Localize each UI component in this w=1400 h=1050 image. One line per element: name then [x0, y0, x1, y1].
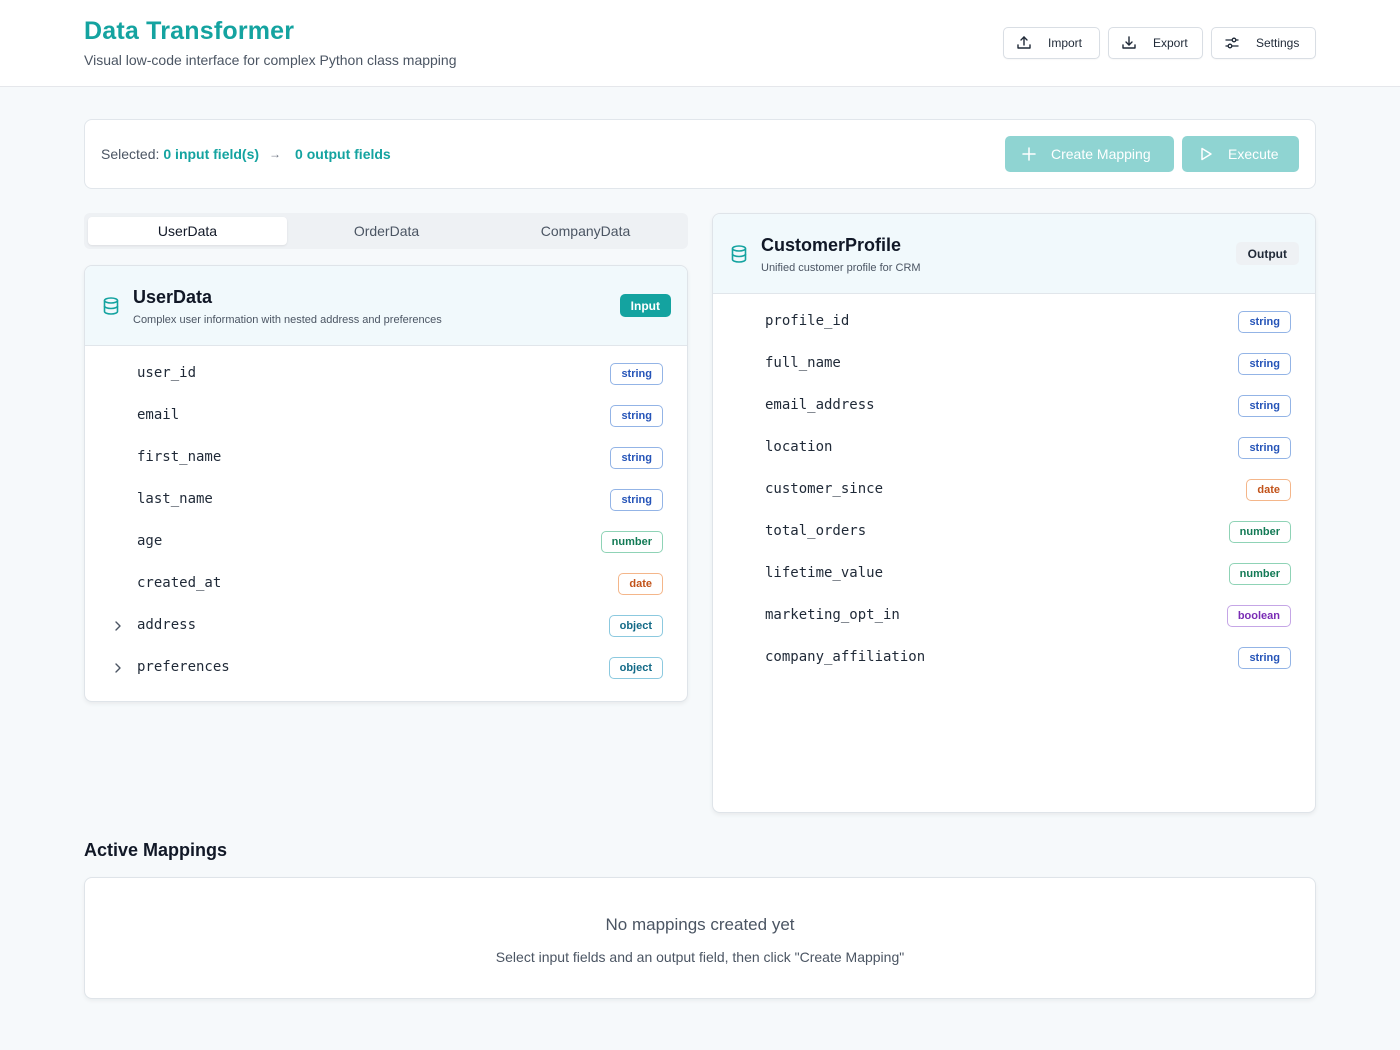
input-card-header: UserData Complex user information with n…	[85, 266, 687, 346]
field-name: email	[137, 407, 180, 423]
selection-summary: Selected: 0 input field(s) → 0 output fi…	[101, 146, 391, 162]
field-row[interactable]: age number	[85, 522, 687, 564]
field-row[interactable]: profile_id string	[713, 302, 1315, 344]
field-type-badge: number	[1228, 521, 1291, 543]
active-mappings-title: Active Mappings	[84, 840, 228, 860]
field-type-badge: string	[1238, 437, 1291, 459]
field-type-badge: number	[600, 531, 663, 553]
field-type-badge: string	[1238, 395, 1291, 417]
field-row[interactable]: lifetime_value number	[713, 554, 1315, 596]
field-name: age	[137, 533, 163, 549]
field-row[interactable]: full_name string	[713, 344, 1315, 386]
field-row[interactable]: location string	[713, 428, 1315, 470]
create-mapping-button[interactable]: Create Mapping	[1005, 136, 1174, 172]
field-name: profile_id	[765, 313, 850, 329]
field-row[interactable]: first_name string	[85, 438, 687, 480]
tab-userdata[interactable]: UserData	[88, 217, 287, 245]
input-card-title: UserData	[133, 287, 213, 307]
field-type-badge: string	[610, 405, 663, 427]
field-type-badge: number	[1228, 563, 1291, 585]
database-icon	[731, 245, 747, 263]
download-icon	[1122, 36, 1136, 49]
field-type-badge: string	[1238, 647, 1291, 669]
field-row[interactable]: last_name string	[85, 480, 687, 522]
tab-companydata[interactable]: CompanyData	[486, 217, 685, 245]
tab-orderdata[interactable]: OrderData	[287, 217, 486, 245]
field-name: full_name	[765, 355, 841, 371]
field-type-badge: object	[608, 615, 663, 637]
input-count: 0 input field(s)	[163, 146, 260, 162]
output-schema-card: CustomerProfile Unified customer profile…	[712, 213, 1316, 813]
input-badge: Input	[619, 294, 671, 317]
app-subtitle: Visual low-code interface for complex Py…	[84, 52, 457, 68]
field-name: first_name	[137, 449, 222, 465]
field-row[interactable]: total_orders number	[713, 512, 1315, 554]
input-schema-card: UserData Complex user information with n…	[84, 265, 688, 702]
database-icon	[103, 297, 119, 315]
app-header: Data Transformer Visual low-code interfa…	[0, 0, 1400, 87]
field-name: user_id	[137, 365, 197, 381]
import-button[interactable]: Import	[1003, 27, 1100, 59]
field-name: company_affiliation	[765, 649, 926, 665]
output-count: 0 output fields	[295, 146, 391, 162]
field-name: marketing_opt_in	[765, 607, 900, 623]
field-type-badge: date	[1246, 479, 1291, 501]
field-type-badge: string	[610, 489, 663, 511]
field-type-badge: string	[1238, 353, 1291, 375]
active-mappings-panel: No mappings created yet Select input fie…	[84, 877, 1316, 999]
field-name: total_orders	[765, 523, 867, 539]
export-label: Export	[1153, 36, 1188, 50]
output-card-title: CustomerProfile	[761, 235, 902, 255]
settings-label: Settings	[1256, 36, 1300, 50]
field-row[interactable]: created_at date	[85, 564, 687, 606]
selection-bar: Selected: 0 input field(s) → 0 output fi…	[84, 119, 1316, 189]
export-button[interactable]: Export	[1108, 27, 1203, 59]
field-row[interactable]: email_address string	[713, 386, 1315, 428]
field-name: lifetime_value	[765, 565, 884, 581]
play-icon	[1201, 147, 1212, 161]
field-type-badge: object	[608, 657, 663, 679]
output-card-subtitle: Unified customer profile for CRM	[761, 262, 921, 274]
field-row[interactable]: marketing_opt_in boolean	[713, 596, 1315, 638]
field-row[interactable]: preferences object	[85, 648, 687, 690]
field-row[interactable]: address object	[85, 606, 687, 648]
execute-label: Execute	[1228, 146, 1279, 162]
field-name: location	[765, 439, 833, 455]
field-row[interactable]: customer_since date	[713, 470, 1315, 512]
input-card-subtitle: Complex user information with nested add…	[133, 314, 442, 326]
field-row[interactable]: company_affiliation string	[713, 638, 1315, 680]
empty-state-title: No mappings created yet	[605, 915, 795, 934]
create-mapping-label: Create Mapping	[1051, 146, 1151, 162]
field-type-badge: string	[1238, 311, 1291, 333]
field-type-badge: date	[618, 573, 663, 595]
input-class-tabs: UserData OrderData CompanyData	[84, 213, 688, 249]
field-name: address	[137, 617, 197, 633]
output-badge: Output	[1235, 242, 1299, 265]
input-field-list: user_id string email string first_name string…	[85, 354, 687, 690]
chevron-right-icon[interactable]	[111, 619, 125, 633]
chevron-right-icon[interactable]	[111, 661, 125, 675]
field-name: customer_since	[765, 481, 884, 497]
selection-prefix: Selected:	[101, 146, 160, 162]
field-type-badge: string	[610, 363, 663, 385]
field-type-badge: boolean	[1226, 605, 1291, 627]
import-label: Import	[1048, 36, 1083, 50]
field-name: preferences	[137, 659, 230, 675]
field-type-badge: string	[610, 447, 663, 469]
sliders-icon	[1225, 37, 1239, 49]
field-row[interactable]: user_id string	[85, 354, 687, 396]
output-field-list: profile_id string full_name string email_add…	[713, 302, 1315, 680]
arrow-icon: →	[269, 147, 282, 161]
execute-button[interactable]: Execute	[1182, 136, 1299, 172]
field-name: email_address	[765, 397, 875, 413]
empty-state-subtitle: Select input fields and an output field,…	[495, 949, 905, 965]
settings-button[interactable]: Settings	[1211, 27, 1316, 59]
output-card-header: CustomerProfile Unified customer profile…	[713, 214, 1315, 294]
plus-icon	[1022, 147, 1036, 161]
field-name: created_at	[137, 575, 222, 591]
field-name: last_name	[137, 491, 213, 507]
upload-icon	[1017, 36, 1031, 49]
app-title: Data Transformer	[84, 17, 295, 45]
field-row[interactable]: email string	[85, 396, 687, 438]
